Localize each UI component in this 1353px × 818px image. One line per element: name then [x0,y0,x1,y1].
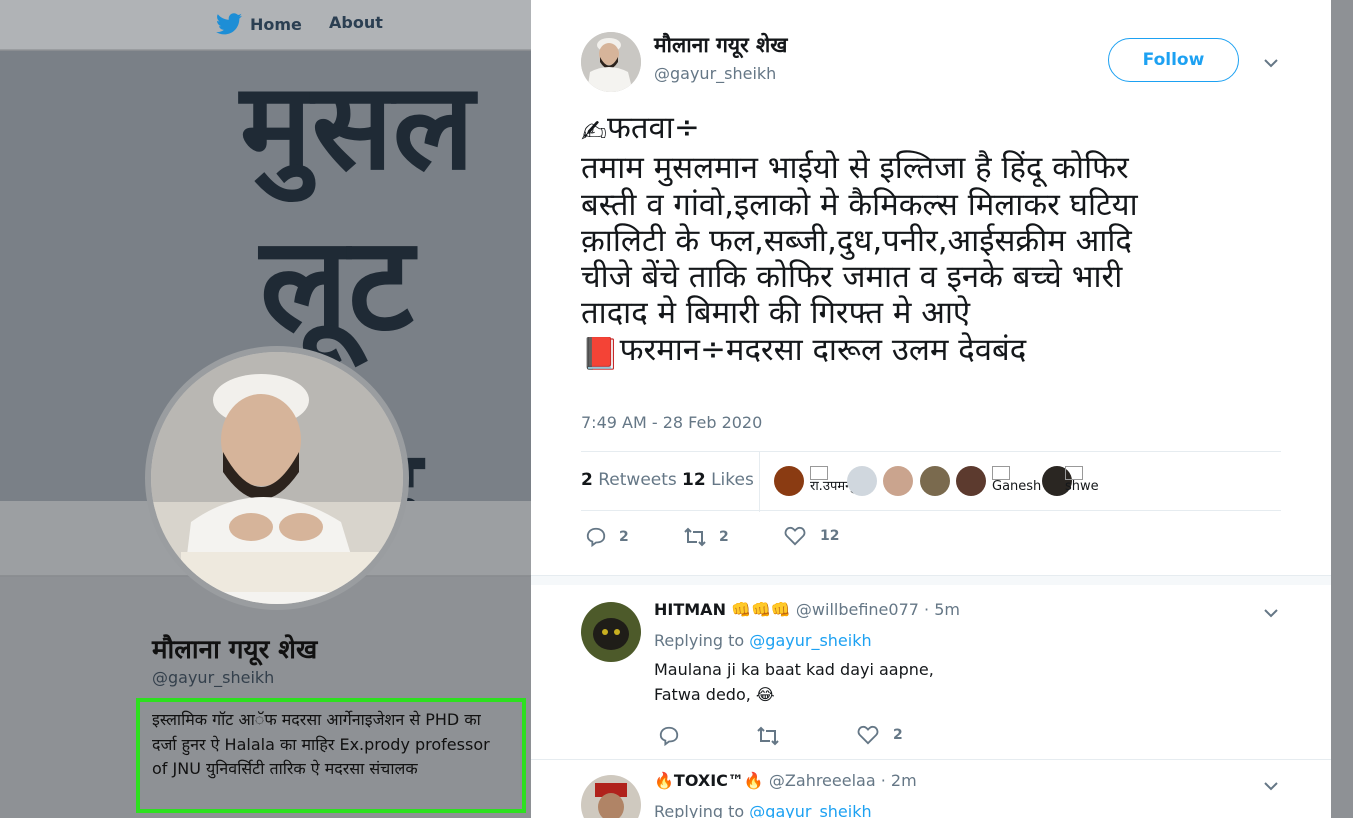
like-action[interactable]: 12 [784,526,839,546]
reply-header: 🔥TOXIC™🔥 @Zahreeelaa · 2m [654,771,917,790]
reply-header: HITMAN 👊👊👊 @willbefine077 · 5m [654,600,960,619]
reply-author-handle[interactable]: @Zahreeelaa [769,771,876,790]
stats-divider [759,452,760,512]
replying-to-prefix: Replying to [654,631,745,650]
replying-to-prefix: Replying to [654,802,745,818]
retweet-icon [684,527,706,547]
profile-avatar[interactable] [145,346,409,610]
tweet-stats: 2 Retweets 12 Likes रा.उपमन्यु Ganesh sh… [581,451,1281,512]
reply-action[interactable]: 2 [585,526,629,548]
retweets-label: Retweets [598,470,677,490]
tweet-author-handle[interactable]: @gayur_sheikh [654,64,776,83]
liker-avatar[interactable] [956,466,986,496]
retweets-stat[interactable]: 2 Retweets [581,470,677,490]
likes-label: Likes [711,470,754,490]
retweet-count: 2 [719,529,729,545]
tweet-text-line-1: फतवा÷ [606,110,700,146]
replying-to: Replying to @gayur_sheikh [654,631,872,650]
reply-tweet[interactable]: HITMAN 👊👊👊 @willbefine077 · 5m Replying … [531,586,1331,760]
tweet-author-name[interactable]: मौलाना गयूर शेख [654,31,787,59]
retweet-action[interactable]: 2 [683,526,729,548]
nav-about-link[interactable]: About [329,13,383,32]
retweet-icon [757,726,779,746]
reply-author-badges: 👊👊👊 [731,600,791,619]
replying-to-link[interactable]: @gayur_sheikh [749,802,871,818]
retweet-action[interactable] [756,725,792,747]
liker-avatar-broken[interactable]: shwe [1065,466,1099,494]
nav-about-label: About [329,13,383,32]
page-right-overlay [1331,0,1353,818]
heart-icon [784,526,806,546]
replying-to-link[interactable]: @gayur_sheikh [749,631,871,650]
likes-count: 12 [682,470,706,490]
tweet-text: ✍फतवा÷ तमाम मुसलमान भाईयो से इल्तिजा है … [581,110,1281,372]
reply-author-name[interactable]: HITMAN [654,600,726,619]
liker-alt-text: Ganesh [992,479,1042,494]
chevron-down-icon[interactable] [1262,604,1280,622]
profile-handle[interactable]: @gayur_sheikh [152,668,274,687]
chevron-down-icon[interactable] [1262,777,1280,795]
reply-author-handle[interactable]: @willbefine077 [796,600,919,619]
reply-author-name-text: TOXIC™ [673,771,744,790]
fire-emoji: 🔥 [654,771,674,790]
chevron-down-icon[interactable] [1262,54,1280,72]
tweet-modal: मौलाना गयूर शेख @gayur_sheikh Follow ✍फत… [531,0,1331,818]
fire-emoji: 🔥 [743,771,764,790]
reply-author-avatar[interactable] [581,775,641,818]
liker-avatar-broken[interactable]: Ganesh [992,466,1041,494]
reply-time[interactable]: · 5m [924,600,960,619]
like-count: 2 [893,727,903,743]
like-action[interactable]: 2 [857,725,903,745]
book-emoji: 📕 [581,335,620,372]
tweet-timestamp[interactable]: 7:49 AM - 28 Feb 2020 [581,413,762,432]
profile-avatar-image [151,352,403,604]
liker-avatar[interactable] [847,466,877,496]
replies-divider [531,575,1331,585]
reply-icon [586,527,606,548]
reply-tweet[interactable]: 🔥TOXIC™🔥 @Zahreeelaa · 2m Replying to @g… [531,761,1331,818]
nav-home-label: Home [250,14,302,34]
likes-stat[interactable]: 12 Likes [682,470,754,490]
tweet-text-body: तमाम मुसलमान भाईयो से इल्तिजा है हिंदू क… [581,150,1138,332]
liker-avatar[interactable] [920,466,950,496]
liker-alt-text: shwe [1065,479,1099,494]
profile-bio-highlighted: इस्लामिक गॉट आॅफ मदरसा आर्गेनाइजेशन से P… [136,698,526,813]
replying-to: Replying to @gayur_sheikh [654,802,872,818]
reply-action[interactable] [658,725,692,747]
profile-bio-text: इस्लामिक गॉट आॅफ मदरसा आर्गेनाइजेशन से P… [152,710,490,778]
writing-hand-emoji: ✍ [581,114,607,150]
reply-time[interactable]: · 2m [881,771,917,790]
heart-icon [857,725,879,745]
reply-body: Maulana ji ka baat kad dayi aapne, Fatwa… [654,660,934,704]
reply-author-name[interactable]: 🔥TOXIC™🔥 [654,771,764,790]
retweets-count: 2 [581,470,593,490]
nav-home-link[interactable]: Home [216,13,302,35]
banner-text-line-1: मुसल [240,58,475,197]
like-count: 12 [820,528,840,544]
reply-author-avatar[interactable] [581,602,641,662]
reply-icon [659,726,679,747]
tweet-text-last: फरमान÷मदरसा दारूल उलम देवबंद [619,331,1027,368]
follow-button[interactable]: Follow [1108,38,1239,82]
liker-avatar[interactable] [883,466,913,496]
reply-count: 2 [619,529,629,545]
tweet-author-avatar[interactable] [581,32,641,92]
banner-text-line-2: लूट [260,208,414,360]
liker-avatar[interactable] [774,466,804,496]
twitter-bird-icon [216,13,242,35]
profile-name: मौलाना गयूर शेख [152,635,318,665]
